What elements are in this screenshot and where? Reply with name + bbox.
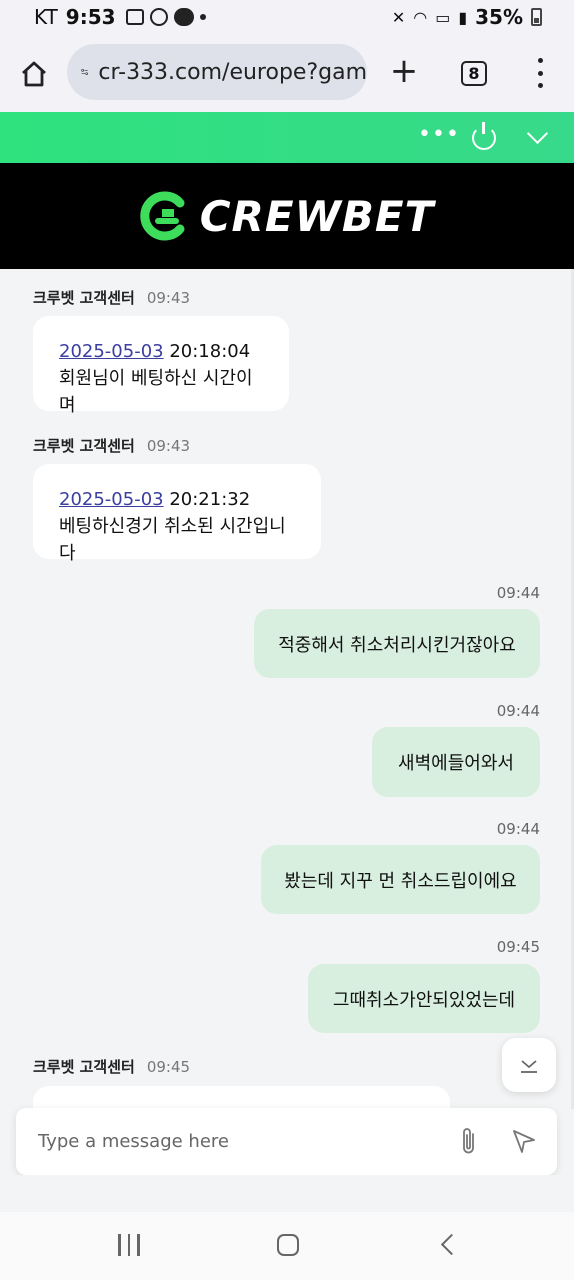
crewbet-logo-icon: [140, 191, 185, 241]
instagram-icon: [149, 8, 168, 26]
paperclip-icon: [463, 1128, 474, 1154]
browser-toolbar: cr-333.com/europe?gam + 8: [0, 34, 574, 112]
sender-row: 크루벳 고객센터 09:43: [33, 287, 190, 308]
message-time: 09:43: [146, 289, 191, 307]
scroll-to-bottom-button[interactable]: [502, 1038, 556, 1092]
logo-banner: CREWBET: [0, 163, 574, 269]
signal-icon: ▮: [458, 7, 468, 27]
send-button[interactable]: [508, 1125, 540, 1157]
incoming-message: [33, 1086, 450, 1110]
browser-menu-button[interactable]: [528, 58, 552, 88]
site-settings-icon[interactable]: [81, 61, 89, 83]
message-time: 09:45: [146, 1058, 191, 1076]
battery-percent: 35%: [475, 5, 523, 29]
sender-name: 크루벳 고객센터: [33, 437, 135, 455]
home-nav-icon[interactable]: [277, 1234, 299, 1256]
date-link[interactable]: 2025-05-03: [59, 341, 164, 362]
sender-row: 크루벳 고객센터 09:45: [33, 1056, 190, 1077]
back-icon[interactable]: [440, 1233, 463, 1256]
chevron-down-icon[interactable]: [526, 122, 549, 145]
footer-spacer: [0, 1175, 574, 1212]
send-icon: [513, 1130, 535, 1153]
sender-name: 크루벳 고객센터: [33, 289, 135, 307]
hd-icon: ▭: [435, 7, 451, 27]
attach-button[interactable]: [454, 1125, 484, 1157]
message-text: 베팅하신경기 취소된 시간입니다: [59, 516, 286, 564]
message-text: 회원님이 베팅하신 시간이며: [59, 368, 253, 416]
message-time: 09:44: [496, 820, 540, 838]
more-icon[interactable]: •••: [418, 122, 460, 147]
scroll-down-icon: [521, 1060, 537, 1073]
status-right: ✕ ◠ ▭ ▮ 35%: [392, 0, 542, 34]
outgoing-message: 적중해서 취소처리시킨거잖아요: [254, 609, 540, 678]
gallery-icon: [125, 9, 144, 25]
message-time: 09:44: [496, 584, 540, 602]
sender-name: 크루벳 고객센터: [33, 1058, 135, 1076]
message-clock: 20:18:04: [163, 341, 251, 362]
message-clock: 20:21:32: [163, 489, 251, 510]
message-time: 09:45: [496, 938, 540, 956]
new-tab-button[interactable]: +: [388, 52, 420, 92]
power-icon[interactable]: [472, 122, 496, 150]
message-input[interactable]: [38, 1120, 438, 1163]
line-icon: [173, 8, 194, 26]
chat-header: •••: [0, 112, 574, 163]
mute-icon: ✕: [391, 7, 406, 27]
sender-row: 크루벳 고객센터 09:43: [33, 435, 190, 456]
message-time: 09:44: [496, 702, 540, 720]
notification-icons: [125, 8, 206, 26]
home-icon: [22, 61, 46, 87]
message-composer: [16, 1108, 557, 1175]
home-button[interactable]: [14, 54, 54, 94]
address-bar[interactable]: cr-333.com/europe?gam: [67, 44, 367, 100]
incoming-message: 2025-05-03 20:18:04 회원님이 베팅하신 시간이며: [33, 316, 289, 416]
url-text: cr-333.com/europe?gam: [98, 59, 367, 85]
system-navigation-bar: [0, 1212, 574, 1280]
outgoing-message: 그때취소가안되있었는데: [308, 964, 540, 1033]
brand-logo-text: CREWBET: [199, 191, 435, 241]
carrier-label: KT: [34, 5, 58, 29]
outgoing-message: 봤는데 지꾸 먼 취소드립이에요: [261, 845, 540, 914]
outgoing-message: 새벽에들어와서: [372, 727, 540, 797]
incoming-message: 2025-05-03 20:21:32 베팅하신경기 취소된 시간입니다: [33, 464, 321, 564]
tab-switcher-button[interactable]: 8: [461, 61, 487, 86]
date-link[interactable]: 2025-05-03: [59, 489, 164, 510]
message-time: 09:43: [146, 437, 191, 455]
clock: 9:53: [65, 5, 116, 29]
wifi-icon: ◠: [413, 7, 428, 27]
battery-icon: [531, 8, 542, 26]
recent-apps-icon[interactable]: [118, 1234, 140, 1256]
more-notifications-icon: [199, 14, 206, 20]
